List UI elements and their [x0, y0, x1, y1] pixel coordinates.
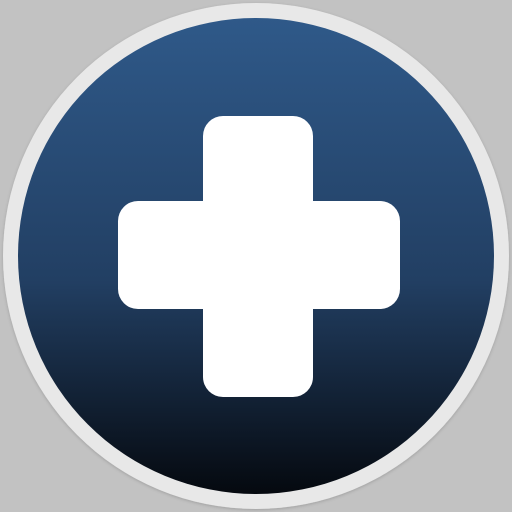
plus-horizontal-bar	[118, 201, 400, 309]
add-icon-canvas	[0, 0, 512, 512]
add-button[interactable]	[0, 0, 512, 512]
